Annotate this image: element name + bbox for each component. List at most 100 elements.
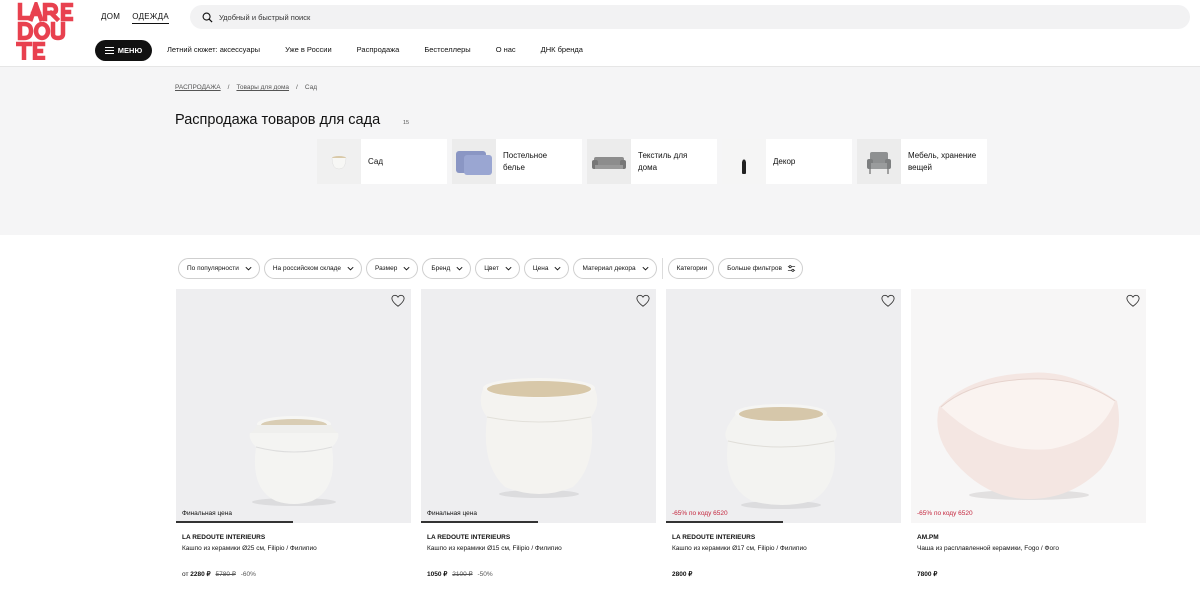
old-price: 5780 ₽ — [215, 571, 236, 578]
filter-label: Цена — [532, 265, 549, 272]
product-image[interactable]: -65% по коду 6520 — [911, 289, 1146, 523]
product-name[interactable]: Чаша из расплавленной керамики, Fogo / Ф… — [917, 545, 1059, 552]
search-input[interactable] — [219, 12, 819, 22]
menu-button[interactable]: МЕНЮ — [95, 40, 152, 61]
chevron-down-icon — [554, 266, 561, 271]
breadcrumb-home-goods[interactable]: Товары для дома — [236, 84, 289, 91]
category-tile-bedding[interactable]: Постельное белье — [452, 139, 582, 184]
filter-bar: По популярности На российском складе Раз… — [178, 258, 803, 279]
tab-clothing[interactable]: ОДЕЖДА — [132, 12, 169, 24]
filter-categories[interactable]: Категории — [667, 258, 715, 279]
hamburger-icon — [104, 47, 114, 54]
image-progress-bar — [421, 521, 538, 523]
nav-item-in-russia[interactable]: Уже в России — [285, 45, 332, 54]
ceramic-pot-image — [480, 378, 598, 498]
product-card[interactable]: Финальная цена LA REDOUTE INTERIEURS Каш… — [176, 289, 411, 589]
chevron-down-icon — [403, 266, 410, 271]
nav-item-about[interactable]: О нас — [496, 45, 516, 54]
filter-label: Материал декора — [582, 265, 636, 272]
chevron-down-icon — [456, 266, 463, 271]
product-brand: LA REDOUTE INTERIEURS — [672, 534, 756, 541]
filter-russian-warehouse[interactable]: На российском складе — [263, 258, 363, 279]
category-label: Постельное белье — [503, 150, 548, 172]
filter-price[interactable]: Цена — [523, 258, 570, 279]
top-tabs: ДОМ ОДЕЖДА — [101, 12, 169, 24]
product-card[interactable]: Финальная цена LA REDOUTE INTERIEURS Каш… — [421, 289, 656, 589]
more-filters-button[interactable]: Больше фильтров — [718, 258, 803, 279]
product-name[interactable]: Кашпо из керамики Ø17 см, Filipio / Фили… — [672, 545, 807, 552]
filter-brand[interactable]: Бренд — [422, 258, 472, 279]
breadcrumb-sale[interactable]: РАСПРОДАЖА — [175, 84, 221, 91]
category-tile-decor[interactable]: Декор — [722, 139, 852, 184]
nav-item-summer-accessories[interactable]: Летний сюжет: аксессуары — [167, 45, 260, 54]
product-price: 2800 ₽ — [672, 570, 692, 578]
category-label: Декор — [773, 156, 796, 166]
product-image[interactable]: Финальная цена — [421, 289, 656, 523]
old-price: 2100 ₽ — [452, 571, 473, 578]
category-label: Сад — [368, 156, 383, 166]
price-badge: Финальная цена — [427, 510, 477, 517]
search-bar[interactable] — [190, 5, 1190, 29]
sofa-icon — [587, 139, 631, 184]
nav-item-bestsellers[interactable]: Бестселлеры — [424, 45, 470, 54]
product-price: 1050 ₽ 2100 ₽ -50% — [427, 570, 493, 578]
image-progress-bar — [176, 521, 293, 523]
category-tile-garden[interactable]: Сад — [317, 139, 447, 184]
product-card[interactable]: -65% по коду 6520 LA REDOUTE INTERIEURS … — [666, 289, 901, 589]
filter-label: На российском складе — [272, 265, 342, 272]
category-tile-furniture[interactable]: Мебель, хранение вещей — [857, 139, 987, 184]
breadcrumb: РАСПРОДАЖА / Товары для дома / Сад — [175, 84, 317, 91]
menu-button-label: МЕНЮ — [117, 46, 143, 55]
product-price: 7800 ₽ — [917, 570, 937, 578]
product-image[interactable]: -65% по коду 6520 — [666, 289, 901, 523]
breadcrumb-separator: / — [296, 84, 298, 91]
product-name[interactable]: Кашпо из керамики Ø15 см, Filipio / Фили… — [427, 545, 562, 552]
filter-decor-material[interactable]: Материал декора — [573, 258, 657, 279]
filter-size[interactable]: Размер — [366, 258, 419, 279]
chevron-down-icon — [505, 266, 512, 271]
nav-item-sale[interactable]: Распродажа — [357, 45, 400, 54]
heart-icon[interactable] — [636, 294, 650, 308]
search-icon — [202, 12, 213, 23]
product-brand: AM.PM — [917, 534, 939, 541]
product-grid: Финальная цена LA REDOUTE INTERIEURS Каш… — [176, 289, 1146, 589]
heart-icon[interactable] — [1126, 294, 1140, 308]
tab-home[interactable]: ДОМ — [101, 12, 120, 24]
pot-icon — [317, 139, 361, 184]
category-tile-textiles[interactable]: Текстиль для дома — [587, 139, 717, 184]
discount-percent: -60% — [240, 571, 256, 578]
main-nav: Летний сюжет: аксессуары Уже в России Ра… — [167, 45, 608, 54]
ceramic-pot-image — [725, 404, 837, 509]
filter-label: Категории — [676, 265, 708, 272]
current-price: 1050 ₽ — [427, 571, 448, 578]
ceramic-pot-image — [249, 416, 339, 506]
filter-label: Размер — [375, 265, 398, 272]
category-label: Текстиль для дома — [638, 150, 688, 172]
image-progress-bar — [666, 521, 783, 523]
chevron-down-icon — [245, 266, 252, 271]
price-badge: Финальная цена — [182, 510, 232, 517]
promo-badge: -65% по коду 6520 — [917, 510, 973, 517]
sliders-icon — [787, 265, 796, 272]
sort-dropdown[interactable]: По популярности — [178, 258, 260, 279]
filter-label: Цвет — [484, 265, 499, 272]
header: ДОМ ОДЕЖДА МЕНЮ Летний сюжет: аксессуары… — [0, 0, 1200, 67]
current-price: 2280 ₽ — [190, 571, 211, 578]
chevron-down-icon — [347, 266, 354, 271]
vase-icon — [722, 139, 766, 184]
heart-icon[interactable] — [881, 294, 895, 308]
product-name[interactable]: Кашпо из керамики Ø25 см, Filipio / Фили… — [182, 545, 317, 552]
product-card[interactable]: -65% по коду 6520 AM.PM Чаша из расплавл… — [911, 289, 1146, 589]
promo-badge: -65% по коду 6520 — [672, 510, 728, 517]
heart-icon[interactable] — [391, 294, 405, 308]
product-image[interactable]: Финальная цена — [176, 289, 411, 523]
product-brand: LA REDOUTE INTERIEURS — [182, 534, 266, 541]
filter-label: Больше фильтров — [727, 265, 782, 272]
brand-logo[interactable] — [15, 0, 76, 61]
filter-color[interactable]: Цвет — [475, 258, 520, 279]
chevron-down-icon — [642, 266, 649, 271]
category-tiles: Сад Постельное белье Текстиль для дома Д… — [317, 139, 987, 184]
nav-item-brand-dna[interactable]: ДНК бренда — [541, 45, 583, 54]
logo-icon — [15, 0, 74, 61]
breadcrumb-separator: / — [227, 84, 230, 91]
